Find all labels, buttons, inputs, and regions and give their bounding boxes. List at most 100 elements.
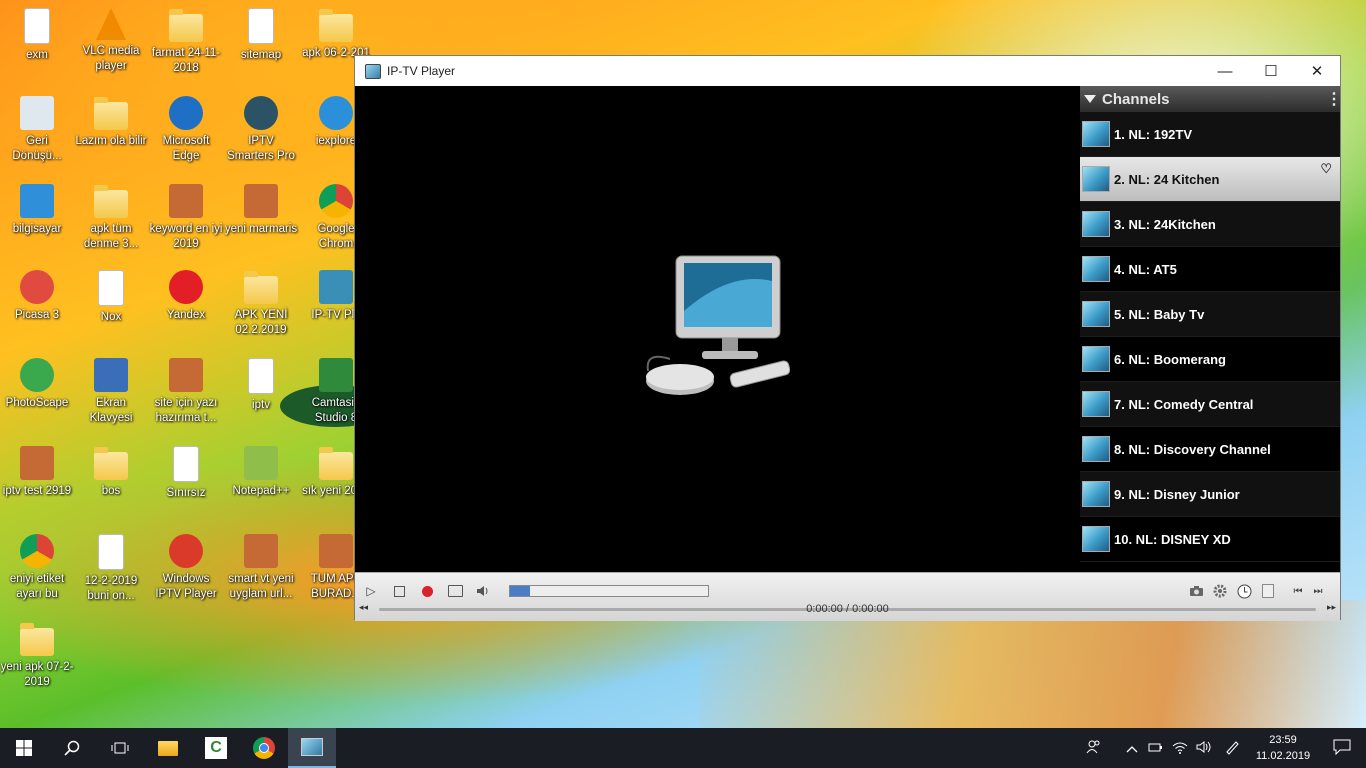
next-channel-icon[interactable]: ⏭: [1310, 583, 1326, 599]
search-button[interactable]: [48, 728, 96, 768]
open-folder-icon[interactable]: [447, 583, 463, 599]
channels-header[interactable]: Channels ⋮: [1080, 86, 1340, 112]
desktop-icon[interactable]: Picasa 3: [0, 270, 74, 323]
desktop-icon[interactable]: site için yazı hazırıma t...: [149, 358, 223, 426]
desktop-icon[interactable]: iptv test 2919: [0, 446, 74, 499]
channel-item[interactable]: 6. NL: Boomerang: [1080, 337, 1340, 382]
desktop-icon[interactable]: apk 06-2-201: [299, 8, 373, 61]
desktop-icon-label: yeni marmaris: [224, 223, 298, 235]
desktop-icon-label: exm: [26, 49, 48, 61]
close-button[interactable]: ✕: [1294, 56, 1340, 86]
desktop-icon[interactable]: Yandex: [149, 270, 223, 323]
desktop-icon[interactable]: APK YENİ 02.2.2019: [224, 270, 298, 338]
favorite-heart-icon[interactable]: ♡: [1320, 161, 1332, 177]
channels-title: Channels: [1102, 90, 1170, 108]
desktop-icon[interactable]: Microsoft Edge: [149, 96, 223, 164]
wifi-icon[interactable]: [1168, 740, 1192, 757]
start-button[interactable]: [0, 728, 48, 768]
play-icon[interactable]: ▷: [363, 583, 379, 599]
notepad-icon: [244, 446, 278, 480]
people-icon[interactable]: [1082, 739, 1106, 758]
desktop-icon[interactable]: PhotoScape: [0, 358, 74, 411]
channel-item[interactable]: 2. NL: 24 Kitchen ♡: [1080, 157, 1340, 202]
desktop-icon[interactable]: sitemap: [224, 8, 298, 63]
more-options-icon[interactable]: ⋮: [1326, 89, 1340, 109]
desktop-icon-label: IPTV Smarters Pro: [227, 135, 295, 162]
seek-forward-icon[interactable]: ▸▸: [1327, 602, 1336, 613]
desktop-icon[interactable]: Notepad++: [224, 446, 298, 499]
desktop-icon[interactable]: 12-2-2019 buni on...: [74, 534, 148, 604]
channel-thumbnail-icon: [1082, 211, 1110, 237]
task-view-button[interactable]: [96, 728, 144, 768]
desktop-icon-label: Windows IPTV Player: [155, 573, 217, 600]
channel-item[interactable]: 4. NL: AT5: [1080, 247, 1340, 292]
desktop-icon[interactable]: Windows IPTV Player: [149, 534, 223, 602]
notifications-icon[interactable]: [1318, 739, 1366, 758]
volume-slider[interactable]: [509, 585, 709, 597]
desktop-icon[interactable]: iptv: [224, 358, 298, 413]
seek-bar[interactable]: ◂◂ 0:00:00 / 0:00:00 ▸▸: [359, 602, 1336, 615]
channel-label: 4. NL: AT5: [1114, 261, 1177, 277]
desktop-icon[interactable]: smart vt yeni uyglam url...: [224, 534, 298, 602]
desktop-icon[interactable]: VLC media player: [74, 8, 148, 74]
channel-panel: Channels ⋮ 1. NL: 192TV 2. NL: 24 Kitchen…: [1080, 86, 1340, 572]
collapse-triangle-icon[interactable]: [1084, 95, 1096, 103]
desktop-icon-label: apk tüm denme 3...: [83, 223, 139, 250]
desktop-icon[interactable]: yeni marmaris: [224, 184, 298, 237]
desktop-icon[interactable]: Geri Dönüşü...: [0, 96, 74, 164]
desktop-icon[interactable]: bos: [74, 446, 148, 499]
desktop-icon[interactable]: Nox: [74, 270, 148, 325]
desktop-icon[interactable]: keyword en iyi 2019: [149, 184, 223, 252]
clock[interactable]: 23:59 11.02.2019: [1248, 732, 1318, 764]
chevron-up-icon[interactable]: [1120, 741, 1144, 756]
iptv-player-taskbar-button[interactable]: [288, 728, 336, 768]
channel-label: 7. NL: Comedy Central: [1114, 396, 1254, 412]
channel-item[interactable]: 5. NL: Baby Tv: [1080, 292, 1340, 337]
chrome-taskbar-button[interactable]: [240, 728, 288, 768]
round-icon: [244, 96, 278, 130]
desktop-icon[interactable]: bilgisayar: [0, 184, 74, 237]
video-area[interactable]: [355, 86, 1080, 572]
desktop-icon[interactable]: eniyi etiket ayarı bu: [0, 534, 74, 602]
volume-icon[interactable]: [475, 583, 491, 599]
desktop-icon-label: Microsoft Edge: [162, 135, 210, 162]
title-bar[interactable]: IP-TV Player — ☐ ✕: [355, 56, 1340, 86]
channel-item[interactable]: 8. NL: Discovery Channel: [1080, 427, 1340, 472]
settings-gear-icon[interactable]: [1212, 583, 1228, 599]
channel-thumbnail-icon: [1082, 391, 1110, 417]
file-explorer-taskbar-button[interactable]: [144, 728, 192, 768]
desktop-icon-label: bilgisayar: [12, 223, 62, 235]
camera-icon[interactable]: [1188, 583, 1204, 599]
stop-icon[interactable]: [391, 583, 407, 599]
channel-list: 1. NL: 192TV 2. NL: 24 Kitchen ♡ 3. NL: 24K…: [1080, 112, 1340, 562]
desktop-icon[interactable]: Ekran Klavyesi: [74, 358, 148, 426]
desktop-icon-label: farmat 24-11-2018: [151, 47, 221, 74]
channel-item[interactable]: 1. NL: 192TV: [1080, 112, 1340, 157]
folder-icon: [169, 9, 203, 42]
speaker-icon[interactable]: [1192, 740, 1216, 757]
channel-item[interactable]: 3. NL: 24Kitchen: [1080, 202, 1340, 247]
desktop-icon[interactable]: apk tüm denme 3...: [74, 184, 148, 252]
channel-thumbnail-icon: [1082, 436, 1110, 462]
desktop-icon[interactable]: yeni apk 07-2-2019: [0, 622, 74, 690]
channel-item[interactable]: 9. NL: Disney Junior: [1080, 472, 1340, 517]
desktop-icon[interactable]: Lazım ola bilir: [74, 96, 148, 149]
channel-thumbnail-icon: [1082, 346, 1110, 372]
maximize-button[interactable]: ☐: [1248, 56, 1294, 86]
desktop-icon[interactable]: Sınırsız: [149, 446, 223, 501]
record-icon[interactable]: [419, 583, 435, 599]
minimize-button[interactable]: —: [1202, 56, 1248, 86]
desktop-icon-label: Picasa 3: [14, 309, 60, 321]
previous-channel-icon[interactable]: ⏮: [1290, 583, 1306, 599]
window-title: IP-TV Player: [387, 64, 456, 78]
channel-item[interactable]: 7. NL: Comedy Central: [1080, 382, 1340, 427]
desktop-icon[interactable]: farmat 24-11-2018: [149, 8, 223, 76]
channel-item[interactable]: 10. NL: DISNEY XD: [1080, 517, 1340, 562]
clock-icon[interactable]: [1236, 583, 1252, 599]
desktop-icon[interactable]: exm: [0, 8, 74, 63]
camtasia-taskbar-button[interactable]: C: [192, 728, 240, 768]
pen-icon[interactable]: [1216, 739, 1248, 758]
battery-icon[interactable]: [1144, 741, 1168, 756]
desktop-icon[interactable]: IPTV Smarters Pro: [224, 96, 298, 164]
playlist-icon[interactable]: [1260, 583, 1276, 599]
